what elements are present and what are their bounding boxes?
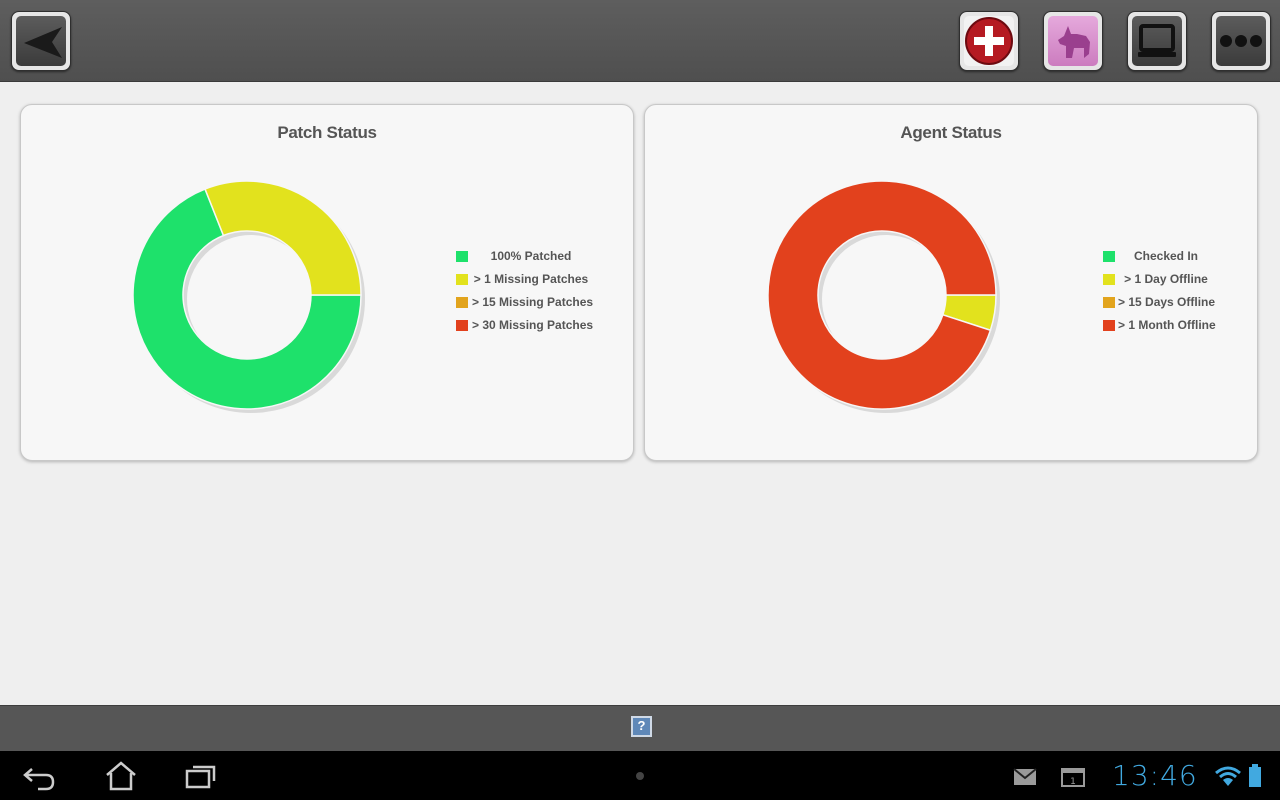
legend-item: > 15 Missing Patches xyxy=(456,295,596,318)
legend-label: > 15 Days Offline xyxy=(1118,295,1216,309)
svg-text:1: 1 xyxy=(1070,777,1076,787)
wifi-icon xyxy=(1215,766,1241,786)
back-nav-icon[interactable] xyxy=(22,763,58,791)
donut-slice xyxy=(767,180,997,410)
legend-swatch xyxy=(1103,320,1115,331)
legend-label: Checked In xyxy=(1133,249,1199,263)
legend-swatch xyxy=(456,297,468,308)
clock: 13:46 xyxy=(1112,759,1198,792)
center-dot-icon xyxy=(636,772,644,780)
legend-label: > 1 Missing Patches xyxy=(473,272,589,286)
legend-item: > 1 Month Offline xyxy=(1103,318,1218,341)
mail-icon[interactable] xyxy=(1013,768,1037,786)
legend-item: Checked In xyxy=(1103,249,1218,272)
patch-status-legend: 100% Patched > 1 Missing Patches > 15 Mi… xyxy=(456,249,596,341)
back-arrow-icon xyxy=(24,27,62,58)
legend-swatch xyxy=(456,251,468,262)
legend-swatch xyxy=(1103,297,1115,308)
system-nav-bar: 1 13:46 xyxy=(0,751,1280,800)
legend-swatch xyxy=(1103,251,1115,262)
agent-status-card: Agent Status Checked In > 1 Day Offline … xyxy=(644,104,1258,461)
legend-label: > 1 Day Offline xyxy=(1124,272,1208,286)
legend-label: > 1 Month Offline xyxy=(1118,318,1216,332)
recent-apps-nav-icon[interactable] xyxy=(185,763,217,789)
device-button[interactable] xyxy=(1127,11,1187,71)
more-dots-icon xyxy=(1220,35,1262,47)
legend-label: 100% Patched xyxy=(490,249,572,263)
legend-item: > 1 Day Offline xyxy=(1103,272,1218,295)
legend-label: > 30 Missing Patches xyxy=(472,318,594,332)
legend-label: > 15 Missing Patches xyxy=(472,295,594,309)
bottom-bar: ? xyxy=(0,705,1280,751)
dog-button[interactable] xyxy=(1043,11,1103,71)
back-button[interactable] xyxy=(11,11,71,71)
dog-icon xyxy=(1058,26,1090,58)
legend-item: > 1 Missing Patches xyxy=(456,272,596,295)
battery-icon xyxy=(1249,764,1261,787)
calendar-icon[interactable]: 1 xyxy=(1061,767,1085,787)
patch-status-card: Patch Status 100% Patched > 1 Missing Pa… xyxy=(20,104,634,461)
plus-circle-icon xyxy=(965,17,1013,65)
legend-item: > 15 Days Offline xyxy=(1103,295,1218,318)
legend-swatch xyxy=(1103,274,1115,285)
add-button[interactable] xyxy=(959,11,1019,71)
more-button[interactable] xyxy=(1211,11,1271,71)
legend-item: 100% Patched xyxy=(456,249,596,272)
monitor-icon xyxy=(1138,24,1176,57)
help-button[interactable]: ? xyxy=(631,716,652,737)
legend-swatch xyxy=(456,274,468,285)
top-toolbar xyxy=(0,0,1280,82)
agent-status-legend: Checked In > 1 Day Offline > 15 Days Off… xyxy=(1103,249,1218,341)
legend-item: > 30 Missing Patches xyxy=(456,318,596,341)
legend-swatch xyxy=(456,320,468,331)
home-nav-icon[interactable] xyxy=(104,761,138,791)
